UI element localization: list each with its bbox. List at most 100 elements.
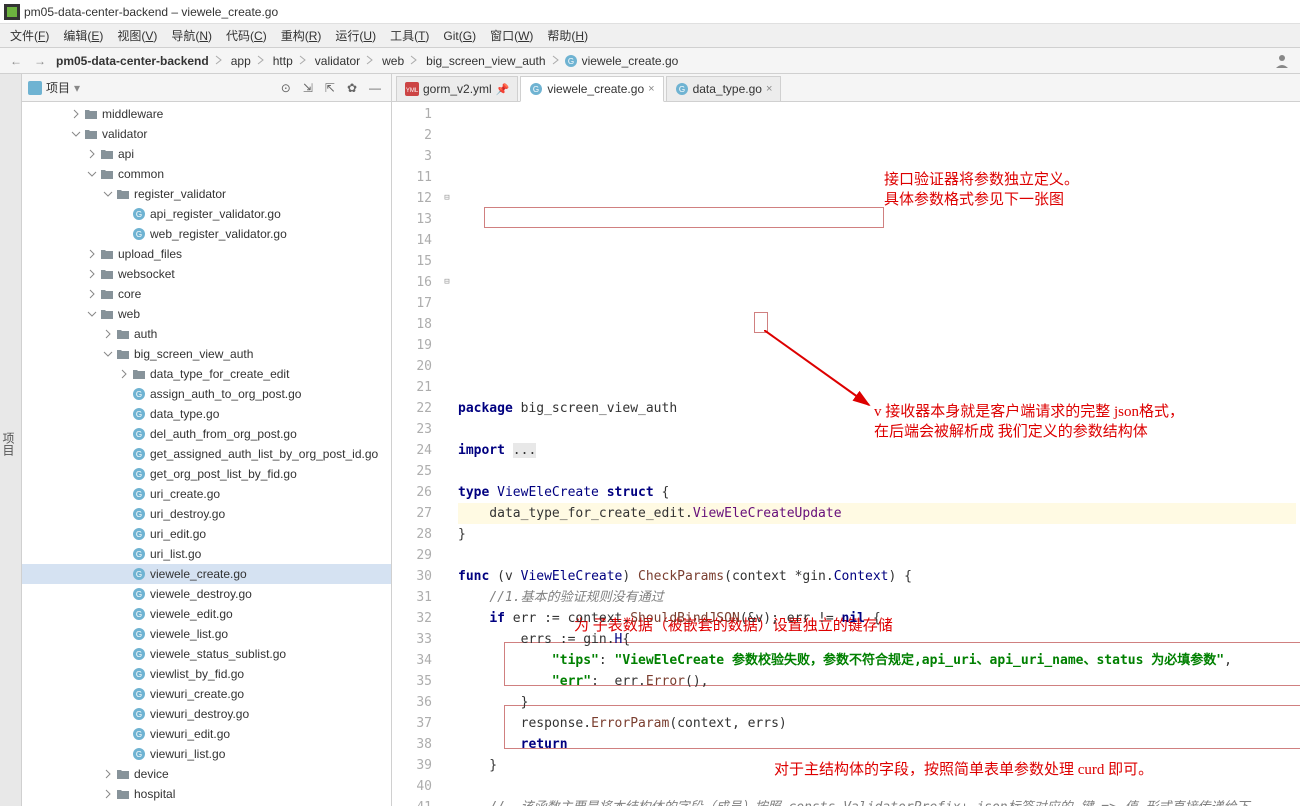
tree-label: viewele_status_sublist.go — [150, 647, 286, 661]
project-tab-label[interactable]: 项目 — [0, 82, 17, 806]
breadcrumb-4[interactable]: web — [378, 52, 408, 70]
menu-v[interactable]: 视图(V) — [111, 25, 163, 46]
tree-upload_files[interactable]: upload_files — [22, 244, 391, 264]
code-line-24[interactable]: return — [458, 734, 1296, 755]
nav-back[interactable]: ← — [4, 52, 28, 70]
code-content[interactable]: 接口验证器将参数独立定义。 具体参数格式参见下一张图 v 接收器本身就是客户端请… — [454, 102, 1300, 806]
left-tool-strip[interactable]: 项目 — [0, 74, 22, 806]
svg-text:G: G — [136, 510, 142, 519]
tab-viewele_create-go[interactable]: Gviewele_create.go× — [520, 76, 663, 102]
tree-viewuri_create-go[interactable]: Gviewuri_create.go — [22, 684, 391, 704]
tree-device[interactable]: device — [22, 764, 391, 784]
tree-register_validator[interactable]: register_validator — [22, 184, 391, 204]
tree-middleware[interactable]: middleware — [22, 104, 391, 124]
tree-data_type-go[interactable]: Gdata_type.go — [22, 404, 391, 424]
code-line-16[interactable]: func (v ViewEleCreate) CheckParams(conte… — [458, 566, 1296, 587]
user-icon[interactable] — [1268, 51, 1296, 71]
tree-uri_destroy-go[interactable]: Guri_destroy.go — [22, 504, 391, 524]
menu-w[interactable]: 窗口(W) — [484, 25, 539, 46]
tab-data_type-go[interactable]: Gdata_type.go× — [666, 76, 782, 102]
code-line-21[interactable]: "err": err.Error(), — [458, 671, 1296, 692]
code-line-18[interactable]: if err := context.ShouldBindJSON(&v); er… — [458, 608, 1296, 629]
menu-u[interactable]: 运行(U) — [329, 25, 382, 46]
tree-get_assigned_auth_list_by_org_post_id-go[interactable]: Gget_assigned_auth_list_by_org_post_id.g… — [22, 444, 391, 464]
menu-h[interactable]: 帮助(H) — [541, 25, 594, 46]
tree-viewlist_by_fid-go[interactable]: Gviewlist_by_fid.go — [22, 664, 391, 684]
close-icon[interactable]: × — [766, 83, 772, 95]
tree-common[interactable]: common — [22, 164, 391, 184]
breadcrumb-1[interactable]: app — [227, 52, 255, 70]
tree-uri_list-go[interactable]: Guri_list.go — [22, 544, 391, 564]
tree-websocket[interactable]: websocket — [22, 264, 391, 284]
code-line-19[interactable]: errs := gin.H{ — [458, 629, 1296, 650]
gofile-icon: G — [132, 727, 146, 741]
tab-gorm_v2-yml[interactable]: YMLgorm_v2.yml📌 — [396, 76, 518, 102]
hide-icon[interactable]: — — [365, 79, 385, 97]
tree-label: big_screen_view_auth — [134, 347, 253, 361]
code-line-1[interactable]: package big_screen_view_auth — [458, 398, 1296, 419]
pin-icon[interactable]: 📌 — [496, 83, 510, 96]
code-line-13[interactable]: data_type_for_create_edit.ViewEleCreateU… — [458, 503, 1296, 524]
tree-label: viewuri_edit.go — [150, 727, 230, 741]
tree-viewele_list-go[interactable]: Gviewele_list.go — [22, 624, 391, 644]
gofile-icon: G — [132, 587, 146, 601]
tree-viewele_edit-go[interactable]: Gviewele_edit.go — [22, 604, 391, 624]
tree-api_register_validator-go[interactable]: Gapi_register_validator.go — [22, 204, 391, 224]
tree-auth[interactable]: auth — [22, 324, 391, 344]
menu-r[interactable]: 重构(R) — [275, 25, 328, 46]
code-line-11[interactable] — [458, 461, 1296, 482]
line-gutter: 1231112131415161718192021222324252627282… — [392, 102, 440, 806]
breadcrumb-5[interactable]: big_screen_view_auth — [422, 52, 549, 70]
breadcrumb-2[interactable]: http — [269, 52, 297, 70]
code-line-15[interactable] — [458, 545, 1296, 566]
code-line-2[interactable] — [458, 419, 1296, 440]
code-line-14[interactable]: } — [458, 524, 1296, 545]
tree-web[interactable]: web — [22, 304, 391, 324]
code-line-12[interactable]: type ViewEleCreate struct { — [458, 482, 1296, 503]
collapse-icon[interactable]: ⇱ — [321, 79, 339, 97]
tree-big_screen_view_auth[interactable]: big_screen_view_auth — [22, 344, 391, 364]
tree-get_org_post_list_by_fid-go[interactable]: Gget_org_post_list_by_fid.go — [22, 464, 391, 484]
code-line-25[interactable]: } — [458, 755, 1296, 776]
tree-viewuri_destroy-go[interactable]: Gviewuri_destroy.go — [22, 704, 391, 724]
tree-validator[interactable]: validator — [22, 124, 391, 144]
breadcrumb-3[interactable]: validator — [311, 52, 364, 70]
code-line-27[interactable]: // 该函数主要是将本结构体的字段（成员）按照 consts.Validator… — [458, 797, 1296, 806]
tree-assign_auth_to_org_post-go[interactable]: Gassign_auth_to_org_post.go — [22, 384, 391, 404]
tree-viewele_status_sublist-go[interactable]: Gviewele_status_sublist.go — [22, 644, 391, 664]
menu-n[interactable]: 导航(N) — [165, 25, 218, 46]
file-tree[interactable]: middlewarevalidatorapicommonregister_val… — [22, 102, 391, 806]
tree-viewele_destroy-go[interactable]: Gviewele_destroy.go — [22, 584, 391, 604]
menu-e[interactable]: 编辑(E) — [57, 25, 109, 46]
tree-del_auth_from_org_post-go[interactable]: Gdel_auth_from_org_post.go — [22, 424, 391, 444]
tree-api[interactable]: api — [22, 144, 391, 164]
menu-g[interactable]: Git(G) — [437, 27, 482, 45]
tree-viewele_create-go[interactable]: Gviewele_create.go — [22, 564, 391, 584]
code-area[interactable]: 1231112131415161718192021222324252627282… — [392, 102, 1300, 806]
code-line-22[interactable]: } — [458, 692, 1296, 713]
nav-fwd[interactable]: → — [28, 52, 52, 70]
tree-hospital[interactable]: hospital — [22, 784, 391, 804]
expand-icon[interactable]: ⇲ — [299, 79, 317, 97]
tree-data_type_for_create_edit[interactable]: data_type_for_create_edit — [22, 364, 391, 384]
select-opened-icon[interactable]: ⊙ — [277, 79, 295, 97]
tree-viewuri_list-go[interactable]: Gviewuri_list.go — [22, 744, 391, 764]
tree-uri_create-go[interactable]: Guri_create.go — [22, 484, 391, 504]
fold-gutter[interactable]: ⊟⊟ — [440, 102, 454, 806]
gear-icon[interactable]: ✿ — [343, 79, 361, 97]
menu-c[interactable]: 代码(C) — [220, 25, 273, 46]
breadcrumb-6[interactable]: viewele_create.go — [578, 52, 683, 70]
breadcrumb-0[interactable]: pm05-data-center-backend — [52, 52, 213, 70]
tree-web_register_validator-go[interactable]: Gweb_register_validator.go — [22, 224, 391, 244]
code-line-20[interactable]: "tips": "ViewEleCreate 参数校验失败，参数不符合规定,ap… — [458, 650, 1296, 671]
close-icon[interactable]: × — [648, 83, 654, 95]
code-line-23[interactable]: response.ErrorParam(context, errs) — [458, 713, 1296, 734]
tree-core[interactable]: core — [22, 284, 391, 304]
tree-viewuri_edit-go[interactable]: Gviewuri_edit.go — [22, 724, 391, 744]
menu-t[interactable]: 工具(T) — [384, 25, 435, 46]
code-line-17[interactable]: //1.基本的验证规则没有通过 — [458, 587, 1296, 608]
tree-uri_edit-go[interactable]: Guri_edit.go — [22, 524, 391, 544]
code-line-26[interactable] — [458, 776, 1296, 797]
menu-f[interactable]: 文件(F) — [4, 25, 55, 46]
code-line-3[interactable]: import ... — [458, 440, 1296, 461]
